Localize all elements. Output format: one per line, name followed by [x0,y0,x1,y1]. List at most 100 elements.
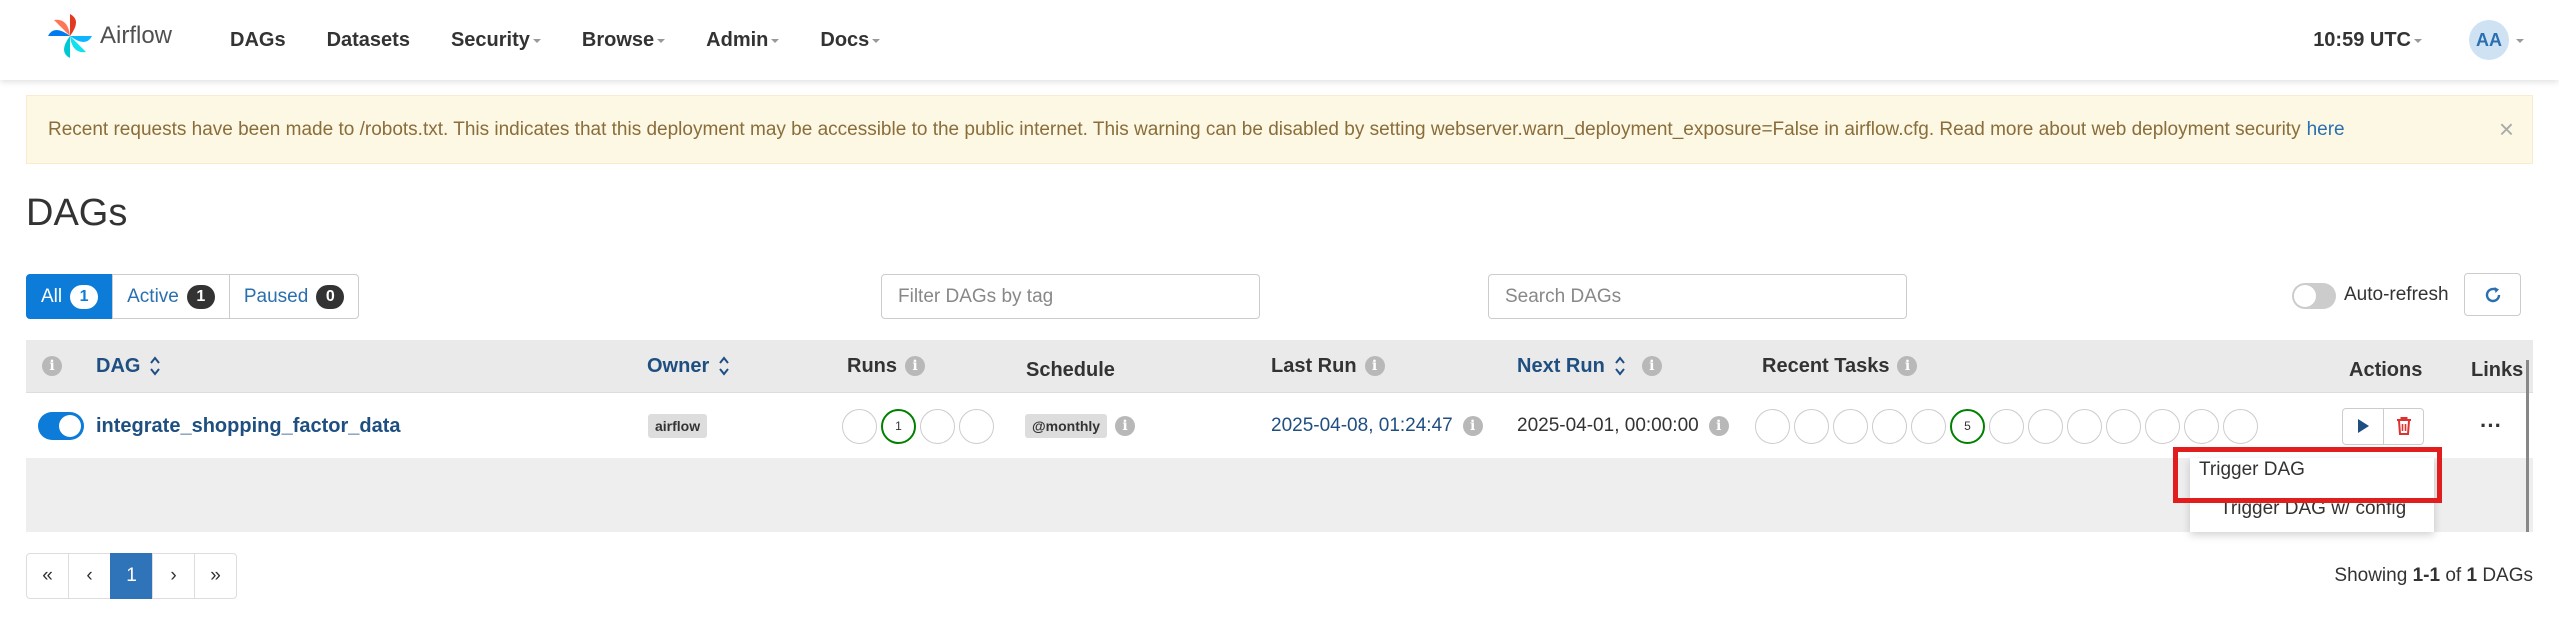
task-state-circle[interactable] [1911,408,1946,444]
header-recent-tasks-label: Recent Tasks [1762,354,1890,377]
task-state-circle[interactable] [1989,408,2024,444]
dag-id-link[interactable]: integrate_shopping_factor_data [96,415,401,438]
showing-total: 1 [2466,565,2478,586]
caret-down-icon[interactable] [2516,39,2524,43]
task-state-circle[interactable] [1755,408,1790,444]
pagination: « ‹ 1 › » [26,553,237,599]
brand-name: Airflow [100,22,173,49]
owner-tag[interactable]: airflow [648,414,708,438]
info-icon[interactable]: i [1115,416,1136,436]
task-state-circle[interactable] [2223,408,2258,444]
auto-refresh-toggle[interactable] [2292,283,2336,309]
pause-switch[interactable] [38,412,84,440]
top-navbar: Airflow DAGs Datasets Security Browse Ad… [0,0,2559,80]
task-state-circle[interactable] [1872,408,1907,444]
next-run-cell: 2025-04-01, 00:00:00 i [1517,393,1729,459]
delete-dag-button[interactable] [2383,408,2423,444]
task-state-circle[interactable] [1794,408,1829,444]
navbar-right: 10:59 UTC AA [2313,0,2559,80]
task-state-circle[interactable] [2067,408,2102,444]
table-row: integrate_shopping_factor_data airflow 1… [26,392,2533,458]
pinwheel-icon [48,14,92,58]
table-scrollbar[interactable] [2526,360,2529,532]
page-last-button[interactable]: » [194,553,237,599]
refresh-button[interactable] [2464,273,2521,316]
run-state-circle[interactable] [959,408,994,444]
info-icon[interactable]: i [905,356,925,376]
count-badge: 1 [70,284,99,309]
close-icon[interactable]: × [2499,114,2514,144]
run-state-circle[interactable] [920,408,955,444]
header-recent-tasks: Recent Tasks i [1762,340,1918,392]
info-icon: i [42,356,62,376]
header-dag-label: DAG [96,354,141,377]
sort-icon [150,356,161,376]
menu-item-trigger-dag[interactable]: Trigger DAG [2199,459,2305,481]
filter-all-label: All [41,285,63,307]
owner-cell: airflow [648,393,708,459]
alert-link[interactable]: here [2307,119,2345,141]
nav-admin-label: Admin [706,28,769,51]
header-last-run-label: Last Run [1271,354,1357,377]
info-icon[interactable]: i [1462,416,1483,436]
info-icon[interactable]: i [1708,416,1729,436]
info-icon[interactable]: i [1641,356,1662,376]
task-state-circle[interactable] [1833,408,1868,444]
tag-filter-input[interactable] [881,274,1260,319]
more-links-icon[interactable]: ··· [2480,393,2502,459]
header-next-run-label: Next Run [1517,354,1605,377]
filter-all-button[interactable]: All 1 [26,274,114,319]
dag-id-cell: integrate_shopping_factor_data [96,393,401,459]
auto-refresh-label: Auto-refresh [2344,284,2449,305]
action-button-group [2342,407,2424,445]
nav-datasets[interactable]: Datasets [327,29,410,52]
showing-of: of [2445,565,2462,586]
count-badge: 0 [316,284,345,309]
info-icon[interactable]: i [1897,356,1918,376]
nav-docs[interactable]: Docs [820,29,881,52]
header-actions: Actions [2349,344,2422,396]
run-state-circle[interactable] [842,408,877,444]
filter-paused-button[interactable]: Paused 0 [228,274,360,319]
header-dag[interactable]: DAG [96,340,161,392]
user-avatar[interactable]: AA [2469,20,2509,60]
filter-active-button[interactable]: Active 1 [112,274,230,319]
header-links-label: Links [2471,358,2524,381]
task-state-circle[interactable] [2184,408,2219,444]
search-input[interactable] [1488,274,1907,319]
airflow-logo[interactable]: Airflow [44,10,172,62]
task-state-circle[interactable] [2028,408,2063,444]
table-header: i DAG Owner Runs i Schedule Last Run i Nex… [26,340,2533,392]
header-schedule: Schedule [1026,344,1115,396]
nav-security[interactable]: Security [451,29,541,52]
nav-dags-label: DAGs [230,28,286,51]
nav-admin[interactable]: Admin [706,28,780,52]
header-owner[interactable]: Owner [647,340,730,392]
nav-browse[interactable]: Browse [582,29,666,52]
schedule-cell: @monthly i [1025,393,1136,459]
timezone-dropdown[interactable]: 10:59 UTC [2313,29,2422,52]
page-current-button[interactable]: 1 [110,553,153,599]
header-runs-label: Runs [847,354,897,377]
showing-prefix: Showing [2334,565,2408,586]
task-state-circle[interactable] [2145,408,2180,444]
page-next-button[interactable]: › [152,553,195,599]
pause-toggle[interactable] [38,393,84,459]
header-links: Links [2471,344,2523,396]
task-state-circle[interactable] [2106,408,2141,444]
page-prev-button[interactable]: ‹ [68,553,111,599]
last-run-link[interactable]: 2025-04-08, 01:24:47 [1271,415,1453,437]
last-run-cell: 2025-04-08, 01:24:47 i [1271,393,1483,459]
page-first-button[interactable]: « [26,553,69,599]
alert-text: Recent requests have been made to /robot… [48,118,2301,140]
run-state-circle-success[interactable]: 1 [881,408,916,444]
info-icon[interactable]: i [1364,356,1385,376]
trigger-dag-button[interactable] [2343,409,2383,444]
task-state-circle-success[interactable]: 5 [1950,408,1985,444]
header-next-run[interactable]: Next Run i [1517,340,1662,392]
nav-dags[interactable]: DAGs [230,29,286,52]
showing-count: Showing 1-1 of 1 DAGs [2334,565,2533,587]
next-run-value: 2025-04-01, 00:00:00 [1517,415,1699,436]
schedule-tag[interactable]: @monthly [1025,414,1108,438]
trash-icon [2396,417,2411,435]
